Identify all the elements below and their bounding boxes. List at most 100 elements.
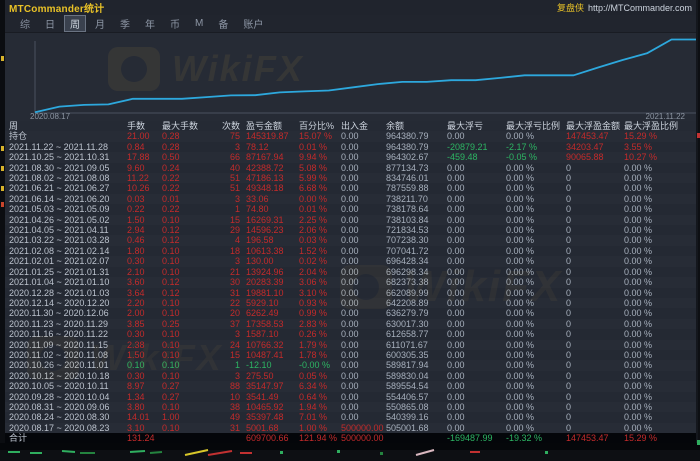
table-row-week[interactable]: 2021.06.14 ~ 2021.06.200.030.01333.060.0… <box>5 194 696 204</box>
cell-col7: 682373.38 <box>386 277 447 287</box>
cell-col5: 0.64 % <box>299 392 341 402</box>
table-row-week[interactable]: 2021.05.03 ~ 2021.05.090.220.22174.800.0… <box>5 204 696 214</box>
table-row-week[interactable]: 2020.11.16 ~ 2020.11.220.300.1031587.100… <box>5 329 696 339</box>
cell-col1: 0.30 <box>127 329 162 339</box>
menu-item-8[interactable]: 备 <box>212 15 234 32</box>
table-row-week[interactable]: 2021.04.05 ~ 2021.04.112.940.122914596.2… <box>5 225 696 235</box>
cell-col5: 0.02 % <box>299 256 341 266</box>
cell-col6: 500000.00 <box>341 423 386 433</box>
cell-col0: 2020.12.28 ~ 2021.01.03 <box>5 288 127 298</box>
table-row-week[interactable]: 2021.01.04 ~ 2021.01.103.600.123020283.3… <box>5 277 696 287</box>
menu-item-1[interactable]: 日 <box>39 15 61 32</box>
cell-col1: 3.10 <box>127 423 162 433</box>
table-row-week[interactable]: 2020.08.24 ~ 2020.08.3014.011.004935397.… <box>5 412 696 422</box>
cell-col5: -0.00 % <box>299 360 341 370</box>
table-row-week[interactable]: 2020.08.17 ~ 2020.08.233.100.10315001.68… <box>5 423 696 433</box>
cell-col3: 37 <box>216 319 240 329</box>
cell-col4: 19881.10 <box>240 288 299 298</box>
cell-col2: 0.12 <box>162 235 216 245</box>
table-row-week[interactable]: 2021.11.22 ~ 2021.11.280.840.28378.120.0… <box>5 142 696 152</box>
cell-col7: 611071.67 <box>386 340 447 350</box>
cell-col9: -2.17 % <box>506 142 566 152</box>
table-row-week[interactable]: 2020.11.09 ~ 2020.11.152.380.102410766.3… <box>5 340 696 350</box>
table-row-week[interactable]: 2021.08.30 ~ 2021.09.059.600.244042388.7… <box>5 163 696 173</box>
table-row-week[interactable]: 2021.02.08 ~ 2021.02.141.800.101810613.3… <box>5 246 696 256</box>
cell-col7: 630017.30 <box>386 319 447 329</box>
cell-col3: 88 <box>216 381 240 391</box>
cell-col0: 2020.08.17 ~ 2020.08.23 <box>5 423 127 433</box>
cell-col2: 1.00 <box>162 412 216 422</box>
cell-col11: 0.00 % <box>624 246 695 256</box>
cell-col9: 0.00 % <box>506 329 566 339</box>
cell-col8: 0.00 <box>447 131 506 141</box>
cell-col4: 6262.49 <box>240 308 299 318</box>
table-row-week[interactable]: 2020.09.28 ~ 2020.10.041.340.27103541.49… <box>5 392 696 402</box>
table-row-week[interactable]: 2020.10.26 ~ 2020.11.010.100.101-12.10-0… <box>5 360 696 370</box>
cell-col1: 0.22 <box>127 204 162 214</box>
table-row-week[interactable]: 2020.10.05 ~ 2020.10.118.970.278835147.9… <box>5 381 696 391</box>
cell-col6: 0.00 <box>341 163 386 173</box>
cell-col7: 505001.68 <box>386 423 447 433</box>
cell-col4: 13924.96 <box>240 267 299 277</box>
cell-col11: 0.00 % <box>624 235 695 245</box>
cell-col6: 0.00 <box>341 235 386 245</box>
cell-col1: 10.26 <box>127 183 162 193</box>
table-row-week[interactable]: 2021.04.26 ~ 2021.05.021.500.101516269.3… <box>5 215 696 225</box>
menu-item-0[interactable]: 综 <box>14 15 36 32</box>
cell-col7: 964380.79 <box>386 131 447 141</box>
cell-col8: 0.00 <box>447 360 506 370</box>
cell-col7: 540399.16 <box>386 412 447 422</box>
table-header-row: 周手数最大手数次数盈亏金额百分比%出入金余额最大浮亏最大浮亏比例最大浮盈金额最大… <box>5 121 696 131</box>
table-row-week[interactable]: 2020.08.31 ~ 2020.09.063.800.103810465.9… <box>5 402 696 412</box>
cell-col10: 0 <box>566 360 624 370</box>
cell-col11: 0.00 % <box>624 329 695 339</box>
cell-col2: 0.22 <box>162 173 216 183</box>
cell-col0: 2020.08.31 ~ 2020.09.06 <box>5 402 127 412</box>
brand-link[interactable]: 复盘侠http://MTCommander.com <box>557 1 692 14</box>
menu-item-3[interactable]: 月 <box>89 15 111 32</box>
menu-item-4[interactable]: 季 <box>114 15 136 32</box>
cell-col5: 6.68 % <box>299 183 341 193</box>
table-row-week[interactable]: 2021.10.25 ~ 2021.10.3117.880.506687167.… <box>5 152 696 162</box>
chart-end-date: 2021.11.22 <box>646 112 685 121</box>
cell-col6: 0.00 <box>341 298 386 308</box>
cell-col8: 0.00 <box>447 235 506 245</box>
cell-col7: 600305.35 <box>386 350 447 360</box>
brand-url: http://MTCommander.com <box>588 3 692 13</box>
table-row-week[interactable]: 2021.01.25 ~ 2021.01.312.100.102113924.9… <box>5 267 696 277</box>
cell-col5: 0.03 % <box>299 235 341 245</box>
table-row-week[interactable]: 2021.06.21 ~ 2021.06.2710.260.225149348.… <box>5 183 696 193</box>
cell-col11: 0.00 % <box>624 163 695 173</box>
table-row-week[interactable]: 2021.02.01 ~ 2021.02.070.300.103130.000.… <box>5 256 696 266</box>
table-row-week[interactable]: 2020.10.12 ~ 2020.10.180.300.103275.500.… <box>5 371 696 381</box>
cell-col2: 最大手数 <box>162 121 216 131</box>
menu-item-7[interactable]: M <box>189 17 209 30</box>
period-toolbar: 综日周月季年币M备账户 <box>5 15 696 33</box>
cell-col7: 738103.84 <box>386 215 447 225</box>
cell-col2: 0.10 <box>162 298 216 308</box>
table-row-week[interactable]: 2021.08.02 ~ 2021.08.0811.220.225147186.… <box>5 173 696 183</box>
cell-col6: 0.00 <box>341 173 386 183</box>
cell-col6: 0.00 <box>341 277 386 287</box>
cell-col10: 0 <box>566 350 624 360</box>
menu-item-2[interactable]: 周 <box>64 15 86 32</box>
cell-col3: 30 <box>216 277 240 287</box>
cell-col0: 2021.04.26 ~ 2021.05.02 <box>5 215 127 225</box>
cell-col9: 0.00 % <box>506 288 566 298</box>
table-row-week[interactable]: 2020.11.30 ~ 2020.12.062.000.10206262.49… <box>5 308 696 318</box>
table-row-position[interactable]: 持仓21.000.2875145319.8715.07 %0.00964380.… <box>5 131 696 141</box>
table-row-week[interactable]: 2020.12.14 ~ 2020.12.202.200.10225929.10… <box>5 298 696 308</box>
table-row-week[interactable]: 2020.12.28 ~ 2021.01.033.640.123119881.1… <box>5 288 696 298</box>
menu-item-9[interactable]: 账户 <box>237 15 269 32</box>
cell-col10: 0 <box>566 402 624 412</box>
table-row-week[interactable]: 2020.11.02 ~ 2020.11.081.500.101510487.4… <box>5 350 696 360</box>
cell-col9: 0.00 % <box>506 360 566 370</box>
cell-col11: 0.00 % <box>624 412 695 422</box>
table-row-week[interactable]: 2020.11.23 ~ 2020.11.293.850.253717358.5… <box>5 319 696 329</box>
cell-col2: 0.10 <box>162 246 216 256</box>
cell-col5: 2.06 % <box>299 225 341 235</box>
menu-item-5[interactable]: 年 <box>139 15 161 32</box>
table-row-week[interactable]: 2021.03.22 ~ 2021.03.280.460.124196.580.… <box>5 235 696 245</box>
menu-item-6[interactable]: 币 <box>164 15 186 32</box>
candlestick-sliver <box>0 449 700 456</box>
